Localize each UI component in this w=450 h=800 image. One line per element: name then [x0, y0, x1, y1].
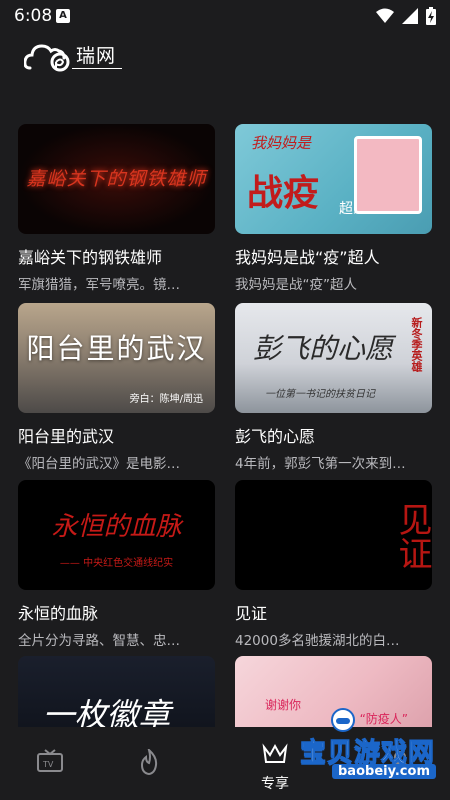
- video-thumbnail[interactable]: 见证: [235, 480, 432, 590]
- wifi-icon: [376, 8, 394, 23]
- thumbnail-caption: 永恒的血脉: [51, 512, 182, 542]
- thumbnail-caption: 阳台里的武汉: [26, 332, 207, 365]
- video-description: 全片分为寻路、智慧、忠…: [18, 633, 180, 649]
- video-card[interactable]: 永恒的血脉 —— 中央红色交通线纪实 永恒的血脉 全片分为寻路、智慧、忠…: [18, 480, 215, 649]
- crown-icon: [262, 743, 288, 763]
- thumbnail-caption: 彭飞的心愿: [253, 332, 394, 365]
- tab-hot[interactable]: [104, 727, 194, 800]
- watermark-url: baobeiy.com: [332, 764, 436, 779]
- thumbnail-subtitle: 一位第一书记的扶贫日记: [265, 389, 375, 400]
- video-description: 4年前，郭彭飞第一次来到…: [235, 456, 406, 472]
- video-title[interactable]: 见证: [235, 600, 432, 624]
- svg-text:TV: TV: [42, 760, 54, 769]
- tab-tv[interactable]: TV: [5, 727, 95, 800]
- video-card[interactable]: 见证 见证 42000多名驰援湖北的白…: [235, 480, 432, 649]
- site-watermark: 宝贝游戏网 baobeiy.com: [299, 708, 450, 782]
- video-card[interactable]: 阳台里的武汉 旁白：陈坤/周迅 阳台里的武汉 《阳台里的武汉》是电影…: [18, 303, 215, 472]
- status-time: 6:08: [14, 6, 53, 26]
- video-thumbnail[interactable]: 嘉峪关下的钢铁雄师: [18, 124, 215, 234]
- thumbnail-caption: 战疫: [247, 172, 320, 214]
- video-card[interactable]: 彭飞的心愿 新冬季英雄 一位第一书记的扶贫日记 彭飞的心愿 4年前，郭彭飞第一次…: [235, 303, 432, 472]
- tv-icon: TV: [37, 749, 63, 772]
- status-icons: [376, 7, 436, 25]
- gamepad-icon: [331, 708, 355, 732]
- video-thumbnail[interactable]: 我妈妈是 战疫 超人: [235, 124, 432, 234]
- cloud-logo-icon: [24, 44, 70, 72]
- video-title[interactable]: 永恒的血脉: [18, 600, 215, 624]
- video-description: 我妈妈是战“疫”超人: [235, 277, 357, 293]
- cell-signal-icon: [402, 8, 418, 24]
- thumbnail-caption-secondary: “防疫人”: [359, 712, 408, 726]
- video-card[interactable]: 嘉峪关下的钢铁雄师 嘉峪关下的钢铁雄师 军旗猎猎，军号嘹亮。镜…: [18, 124, 215, 293]
- video-title[interactable]: 阳台里的武汉: [18, 423, 215, 447]
- logo-underline: [72, 68, 122, 69]
- thumbnail-photo-frame: [354, 136, 422, 214]
- app-logo: 瑞网: [24, 38, 124, 74]
- video-title[interactable]: 我妈妈是战“疫”超人: [235, 244, 432, 268]
- video-card[interactable]: 我妈妈是 战疫 超人 我妈妈是战“疫”超人 我妈妈是战“疫”超人: [235, 124, 432, 293]
- thumbnail-caption: 谢谢你: [265, 698, 302, 712]
- logo-text: 瑞网: [76, 45, 117, 67]
- video-thumbnail[interactable]: 彭飞的心愿 新冬季英雄 一位第一书记的扶贫日记: [235, 303, 432, 413]
- video-description: 军旗猎猎，军号嘹亮。镜…: [18, 277, 180, 293]
- video-title[interactable]: 嘉峪关下的钢铁雄师: [18, 244, 215, 268]
- video-thumbnail[interactable]: 永恒的血脉 —— 中央红色交通线纪实: [18, 480, 215, 590]
- video-description: 《阳台里的武汉》是电影…: [18, 456, 180, 472]
- flame-icon: [140, 749, 158, 775]
- video-title[interactable]: 彭飞的心愿: [235, 423, 432, 447]
- thumbnail-subtitle: —— 中央红色交通线纪实: [59, 558, 174, 569]
- battery-icon: [426, 7, 436, 25]
- video-description: 42000多名驰援湖北的白…: [235, 633, 400, 649]
- thumbnail-stamp: 新冬季英雄: [410, 317, 423, 372]
- status-bar: 6:08 A: [0, 0, 450, 32]
- notification-icon: A: [56, 9, 70, 23]
- video-thumbnail[interactable]: 阳台里的武汉 旁白：陈坤/周迅: [18, 303, 215, 413]
- thumbnail-subtitle: 旁白：陈坤/周迅: [129, 394, 203, 405]
- thumbnail-caption: 嘉峪关下的钢铁雄师: [26, 168, 207, 190]
- thumbnail-caption: 见证: [392, 502, 432, 570]
- thumbnail-caption-top: 我妈妈是: [251, 134, 312, 152]
